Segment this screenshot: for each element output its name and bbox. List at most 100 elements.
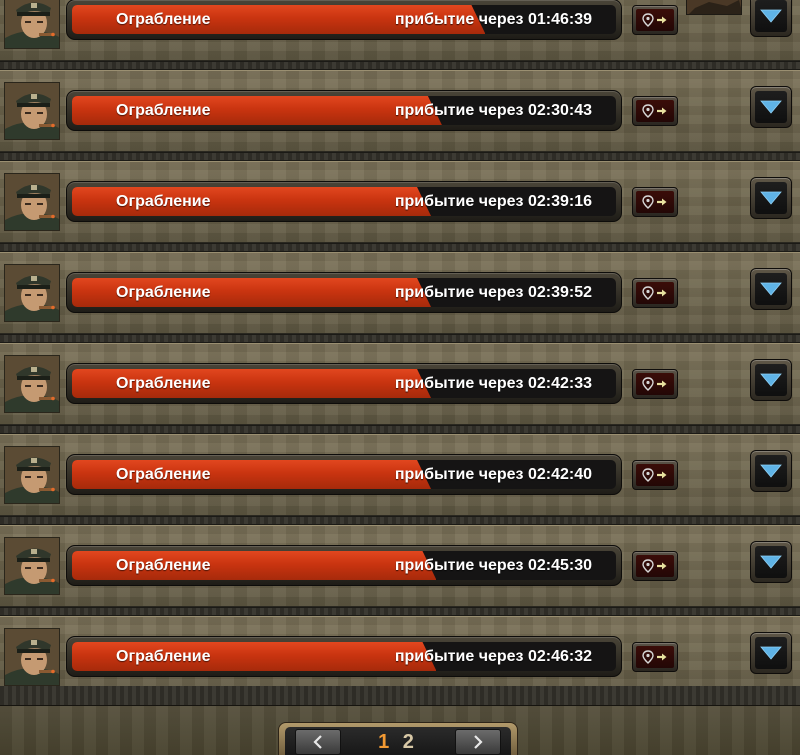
expand-button[interactable] (750, 177, 792, 219)
locate-button[interactable] (632, 460, 678, 490)
page-1-button[interactable]: 1 (378, 731, 393, 753)
mission-progress-bar: Ограбление прибытие через 02:46:32 (66, 636, 622, 677)
progress-track: Ограбление прибытие через 02:45:30 (72, 551, 616, 580)
expand-button[interactable] (750, 0, 792, 37)
mission-name: Ограбление (116, 557, 211, 574)
expand-button-face (755, 546, 787, 578)
progress-track: Ограбление прибытие через 02:39:16 (72, 187, 616, 216)
progress-track: Ограбление прибытие через 02:30:43 (72, 96, 616, 125)
progress-track: Ограбление прибытие через 02:46:32 (72, 642, 616, 671)
locate-button-face (636, 282, 674, 304)
mission-progress-bar: Ограбление прибытие через 02:42:33 (66, 363, 622, 404)
mission-name: Ограбление (116, 193, 211, 210)
mission-progress-bar: Ограбление прибытие через 02:30:43 (66, 90, 622, 131)
mission-progress-bar: Ограбление прибытие через 02:39:52 (66, 272, 622, 313)
expand-button[interactable] (750, 86, 792, 128)
map-pin-arrow-icon (641, 104, 669, 118)
triangle-down-icon (760, 282, 782, 296)
officer-portrait-icon[interactable] (4, 446, 60, 504)
row-separator (0, 425, 800, 434)
triangle-down-icon (760, 100, 782, 114)
locate-button[interactable] (632, 642, 678, 672)
expand-button-face (755, 0, 787, 32)
mission-progress-bar: Ограбление прибытие через 01:46:39 (66, 0, 622, 40)
expand-button-face (755, 91, 787, 123)
triangle-down-icon (760, 191, 782, 205)
mission-row: Ограбление прибытие через 01:46:39 (0, 0, 800, 61)
arrival-time: прибытие через 02:42:40 (394, 466, 592, 483)
arrival-time: прибытие через 02:46:32 (394, 648, 592, 665)
mission-row: Ограбление прибытие через 02:42:40 (0, 434, 800, 516)
next-page-button[interactable] (455, 729, 501, 755)
expand-button-face (755, 273, 787, 305)
chevron-right-icon (474, 735, 483, 749)
map-pin-arrow-icon (641, 650, 669, 664)
officer-portrait-icon[interactable] (4, 628, 60, 686)
locate-button-face (636, 100, 674, 122)
arrival-time: прибытие через 02:39:16 (394, 193, 592, 210)
arrival-time: прибытие через 02:45:30 (394, 557, 592, 574)
locate-button[interactable] (632, 5, 678, 35)
locate-button[interactable] (632, 278, 678, 308)
mission-row: Ограбление прибытие через 02:42:33 (0, 343, 800, 425)
locate-button[interactable] (632, 187, 678, 217)
map-pin-arrow-icon (641, 377, 669, 391)
officer-portrait-icon[interactable] (4, 0, 60, 49)
map-pin-arrow-icon (641, 468, 669, 482)
map-pin-arrow-icon (641, 559, 669, 573)
mission-name: Ограбление (116, 375, 211, 392)
row-separator (0, 607, 800, 616)
target-thumbnail[interactable] (686, 0, 742, 15)
triangle-down-icon (760, 555, 782, 569)
officer-portrait-icon[interactable] (4, 82, 60, 140)
locate-button[interactable] (632, 551, 678, 581)
locate-button-face (636, 191, 674, 213)
row-separator (0, 152, 800, 161)
arrival-time: прибытие через 02:39:52 (394, 284, 592, 301)
locate-button-face (636, 464, 674, 486)
progress-track: Ограбление прибытие через 02:42:33 (72, 369, 616, 398)
mission-progress-bar: Ограбление прибытие через 02:39:16 (66, 181, 622, 222)
mission-name: Ограбление (116, 648, 211, 665)
mission-row: Ограбление прибытие через 02:39:16 (0, 161, 800, 243)
mission-row: Ограбление прибытие через 02:30:43 (0, 70, 800, 152)
pagination-bar: 1 2 (278, 722, 518, 755)
triangle-down-icon (760, 373, 782, 387)
pagination-inner: 1 2 (285, 727, 511, 755)
progress-track: Ограбление прибытие через 01:46:39 (72, 5, 616, 34)
mission-name: Ограбление (116, 466, 211, 483)
locate-button-face (636, 373, 674, 395)
triangle-down-icon (760, 646, 782, 660)
arrival-time: прибытие через 02:30:43 (394, 102, 592, 119)
expand-button-face (755, 637, 787, 669)
mission-list: Ограбление прибытие через 01:46:39 Ограбле… (0, 0, 800, 698)
mission-name: Ограбление (116, 284, 211, 301)
expand-button[interactable] (750, 359, 792, 401)
locate-button-face (636, 9, 674, 31)
locate-button[interactable] (632, 96, 678, 126)
progress-track: Ограбление прибытие через 02:39:52 (72, 278, 616, 307)
mission-progress-bar: Ограбление прибытие через 02:45:30 (66, 545, 622, 586)
map-pin-arrow-icon (641, 13, 669, 27)
officer-portrait-icon[interactable] (4, 264, 60, 322)
locate-button-face (636, 555, 674, 577)
expand-button[interactable] (750, 632, 792, 674)
expand-button[interactable] (750, 541, 792, 583)
arrival-time: прибытие через 02:42:33 (394, 375, 592, 392)
officer-portrait-icon[interactable] (4, 173, 60, 231)
locate-button[interactable] (632, 369, 678, 399)
expand-button-face (755, 182, 787, 214)
expand-button[interactable] (750, 268, 792, 310)
triangle-down-icon (760, 464, 782, 478)
page-2-button[interactable]: 2 (403, 731, 418, 753)
expand-button-face (755, 364, 787, 396)
row-separator (0, 61, 800, 70)
mission-name: Ограбление (116, 102, 211, 119)
expand-button-face (755, 455, 787, 487)
map-pin-arrow-icon (641, 286, 669, 300)
expand-button[interactable] (750, 450, 792, 492)
footer-separator (0, 686, 800, 706)
officer-portrait-icon[interactable] (4, 537, 60, 595)
triangle-down-icon (760, 9, 782, 23)
officer-portrait-icon[interactable] (4, 355, 60, 413)
